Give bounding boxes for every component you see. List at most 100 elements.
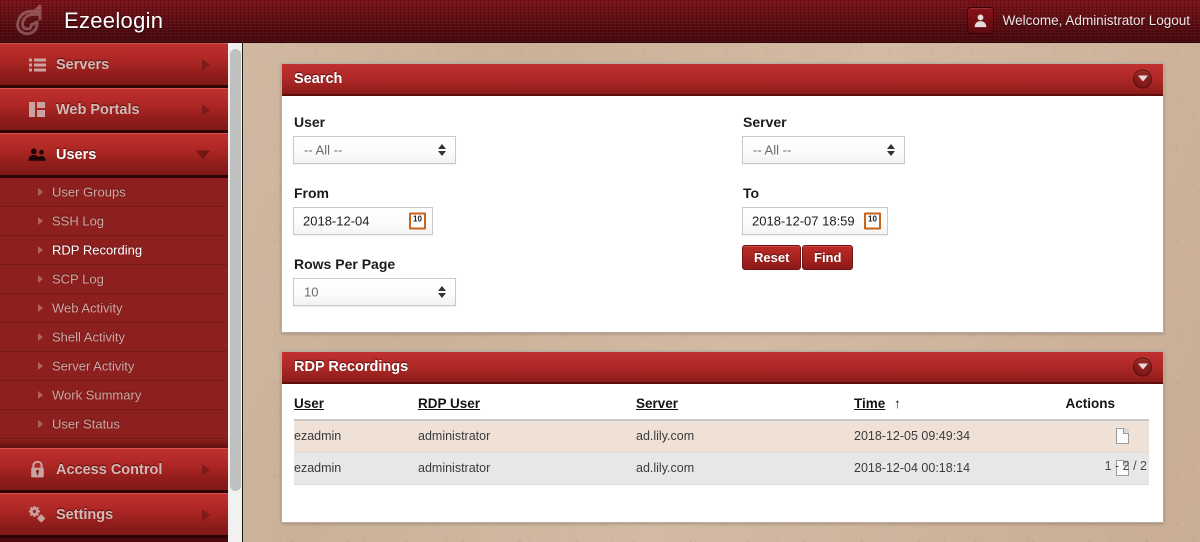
chevron-right-icon — [202, 103, 210, 116]
sort-link-server[interactable]: Server — [636, 396, 678, 411]
sidebar-label-access-control: Access Control — [56, 461, 163, 478]
search-panel: Search User -- All -- Server -- All -- F… — [281, 63, 1164, 333]
search-form: User -- All -- Server -- All -- From 201… — [282, 96, 1163, 332]
pagination-info: 1 - 2 / 2 — [1104, 458, 1147, 473]
scrollbar-thumb[interactable] — [230, 49, 241, 491]
sidebar-sublabel: SSH Log — [52, 213, 105, 229]
cell-time: 2018-12-04 00:18:14 — [854, 461, 971, 475]
sidebar-subitem-work-summary[interactable]: Work Summary — [0, 381, 228, 410]
sidebar-sublabel: Web Activity — [52, 300, 123, 316]
table-row[interactable]: ezadmin administrator ad.lily.com 2018-1… — [294, 452, 1149, 484]
sidebar-sublabel: User Groups — [52, 184, 126, 200]
user-avatar-icon — [966, 7, 994, 34]
calendar-day: 10 — [413, 214, 422, 224]
bullet-arrow-icon — [38, 304, 43, 312]
select-spinner-icon — [438, 144, 446, 156]
to-date-value: 2018-12-07 18:59 — [752, 213, 855, 229]
sidebar-sublabel: Server Activity — [52, 358, 135, 374]
sidebar-subitem-scp-log[interactable]: SCP Log — [0, 265, 228, 294]
column-header-user: User — [294, 396, 418, 421]
top-header-bar: Ezeelogin Welcome, Administrator Logout — [0, 0, 1200, 43]
chevron-down-icon — [1137, 75, 1148, 82]
user-field-label: User — [294, 114, 326, 130]
sidebar-item-web-portals[interactable]: Web Portals — [0, 88, 228, 133]
submenu-bottom-shadow — [0, 439, 228, 448]
column-header-server: Server — [636, 396, 854, 421]
sort-link-time[interactable]: Time — [854, 396, 885, 411]
bullet-arrow-icon — [38, 420, 43, 428]
recordings-table-body: ezadmin administrator ad.lily.com 2018-1… — [294, 420, 1149, 484]
to-field-label: To — [743, 185, 760, 201]
to-date-input[interactable]: 2018-12-07 18:59 10 — [742, 207, 888, 235]
gears-icon — [28, 506, 46, 524]
lock-icon — [28, 461, 46, 479]
sidebar-navigation: Servers Web Portals Users User Groups SS… — [0, 43, 228, 542]
search-panel-collapse-button[interactable] — [1133, 69, 1152, 89]
users-icon — [28, 146, 46, 164]
bullet-arrow-icon — [38, 362, 43, 370]
table-header-row: User RDP User Server Time ↑ Actions — [294, 396, 1149, 421]
main-content-area: Search User -- All -- Server -- All -- F… — [244, 43, 1200, 542]
server-select-value: -- All -- — [753, 142, 792, 158]
app-page: Ezeelogin Welcome, Administrator Logout — [0, 0, 1200, 542]
reset-button[interactable]: Reset — [742, 245, 802, 270]
from-field-label: From — [294, 185, 329, 201]
user-select-value: -- All -- — [304, 142, 343, 158]
chevron-right-icon — [202, 463, 210, 476]
select-spinner-icon — [438, 286, 446, 298]
from-date-value: 2018-12-04 — [303, 213, 370, 229]
sidebar-subitem-ssh-log[interactable]: SSH Log — [0, 207, 228, 236]
sidebar-label-servers: Servers — [56, 56, 110, 73]
sidebar-subitem-user-groups[interactable]: User Groups — [0, 178, 228, 207]
rows-per-page-value: 10 — [304, 284, 319, 300]
calendar-icon[interactable]: 10 — [864, 212, 881, 230]
sort-link-user[interactable]: User — [294, 396, 324, 411]
sort-ascending-icon: ↑ — [894, 396, 901, 411]
welcome-logout-text[interactable]: Welcome, Administrator Logout — [1003, 13, 1190, 28]
sidebar-subitem-user-status[interactable]: User Status — [0, 410, 228, 439]
cell-user: ezadmin — [294, 461, 342, 475]
document-icon[interactable] — [1116, 428, 1129, 445]
recordings-panel-collapse-button[interactable] — [1133, 357, 1152, 377]
sidebar-item-users[interactable]: Users — [0, 133, 228, 178]
bullet-arrow-icon — [38, 275, 43, 283]
ezeelogin-logo-icon — [16, 4, 42, 36]
cell-user: ezadmin — [294, 429, 342, 444]
sidebar-subitem-rdp-recording[interactable]: RDP Recording — [0, 236, 228, 265]
user-select[interactable]: -- All -- — [293, 136, 456, 164]
from-date-input[interactable]: 2018-12-04 10 — [293, 207, 433, 235]
search-panel-title: Search — [294, 71, 343, 87]
sidebar-label-settings: Settings — [56, 506, 114, 523]
sidebar-item-settings[interactable]: Settings — [0, 493, 228, 538]
sidebar-item-servers[interactable]: Servers — [0, 43, 228, 88]
chevron-down-icon — [1137, 363, 1148, 370]
server-select[interactable]: -- All -- — [742, 136, 905, 164]
sidebar-submenu-users: User Groups SSH Log RDP Recording SCP Lo… — [0, 178, 228, 448]
bullet-arrow-icon — [38, 333, 43, 341]
sidebar-subitem-server-activity[interactable]: Server Activity — [0, 352, 228, 381]
sort-link-rdp-user[interactable]: RDP User — [418, 396, 480, 411]
sidebar-subitem-shell-activity[interactable]: Shell Activity — [0, 323, 228, 352]
sidebar-subitem-web-activity[interactable]: Web Activity — [0, 294, 228, 323]
cell-actions — [1026, 420, 1149, 452]
cell-time: 2018-12-05 09:49:34 — [854, 429, 971, 444]
user-session-area[interactable]: Welcome, Administrator Logout — [966, 7, 1190, 34]
sidebar-label-users: Users — [56, 146, 97, 163]
page-scrollbar[interactable] — [228, 43, 243, 542]
chevron-right-icon — [202, 58, 210, 71]
bullet-arrow-icon — [38, 246, 43, 254]
sidebar-sublabel: Work Summary — [52, 387, 142, 403]
select-spinner-icon — [887, 144, 895, 156]
grid-icon — [28, 101, 46, 119]
calendar-icon[interactable]: 10 — [409, 212, 426, 230]
list-icon — [28, 56, 46, 74]
find-button[interactable]: Find — [802, 245, 854, 270]
table-row[interactable]: ezadmin administrator ad.lily.com 2018-1… — [294, 420, 1149, 452]
sidebar-item-access-control[interactable]: Access Control — [0, 448, 228, 493]
rows-per-page-select[interactable]: 10 — [293, 278, 456, 306]
column-header-actions: Actions — [1025, 396, 1149, 421]
calendar-day: 10 — [868, 214, 877, 224]
recordings-panel-header: RDP Recordings — [282, 352, 1163, 384]
sidebar-sublabel: RDP Recording — [52, 242, 143, 258]
cell-server: ad.lily.com — [636, 461, 695, 475]
